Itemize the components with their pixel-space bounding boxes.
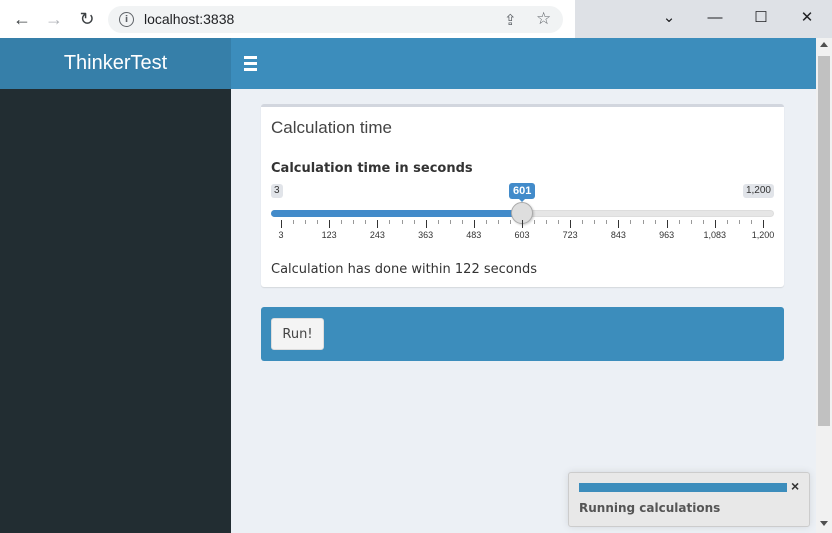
slider-tick-label: 3 xyxy=(278,230,284,240)
back-arrow-icon[interactable]: ← xyxy=(12,9,32,29)
slider-minor-tick xyxy=(594,220,596,224)
url-text[interactable]: localhost:3838 xyxy=(144,11,234,27)
slider-value-label: 601 xyxy=(509,183,536,202)
slider-tick xyxy=(522,220,523,228)
slider-minor-tick xyxy=(365,220,367,224)
slider-minor-tick xyxy=(582,220,584,224)
slider-minor-tick xyxy=(558,220,560,224)
star-icon[interactable]: ☆ xyxy=(536,9,551,29)
slider-tick xyxy=(281,220,282,228)
address-bar[interactable]: i localhost:3838 ⇪ ☆ xyxy=(108,6,563,33)
slider-minor-tick xyxy=(726,220,728,224)
slider-tick xyxy=(473,220,475,228)
close-window-icon[interactable]: ✕ xyxy=(795,6,819,28)
slider-tick xyxy=(618,220,620,228)
slider-tick xyxy=(425,220,427,228)
notification: × Running calculations xyxy=(568,472,810,527)
slider-minor-tick xyxy=(738,220,740,224)
slider-tick-label: 603 xyxy=(514,230,530,240)
slider-min-label: 3 xyxy=(271,184,283,198)
slider-minor-tick xyxy=(485,220,487,224)
browser-chrome: ← → ↻ i localhost:3838 ⇪ ☆ ⌄ — ☐ ✕ xyxy=(0,0,832,38)
top-navbar xyxy=(231,38,816,89)
slider-minor-tick xyxy=(317,220,319,224)
info-icon[interactable]: i xyxy=(119,12,134,27)
slider-minor-tick xyxy=(449,220,451,224)
close-icon[interactable]: × xyxy=(791,478,799,494)
slider-minor-tick xyxy=(654,220,656,224)
slider-tick-label: 843 xyxy=(610,230,626,240)
app-logo[interactable]: ThinkerTest xyxy=(0,38,231,89)
slider-minor-tick xyxy=(690,220,692,224)
sidebar xyxy=(0,89,231,533)
notification-message: Running calculations xyxy=(579,501,721,515)
slider-minor-tick xyxy=(678,220,680,224)
calculation-time-box: Calculation time Calculation time in sec… xyxy=(261,104,784,287)
slider-minor-tick xyxy=(546,220,548,224)
slider-minor-tick xyxy=(534,220,536,224)
slider-tick-label: 123 xyxy=(321,230,337,240)
share-icon[interactable]: ⇪ xyxy=(504,11,517,29)
slider-tick-label: 723 xyxy=(562,230,578,240)
slider-tick xyxy=(329,220,331,228)
scroll-up-icon[interactable] xyxy=(820,42,828,47)
slider-minor-tick xyxy=(606,220,608,224)
chevron-down-icon[interactable]: ⌄ xyxy=(657,6,681,28)
slider-minor-tick xyxy=(293,220,295,224)
box-title: Calculation time xyxy=(271,118,392,137)
scroll-down-icon[interactable] xyxy=(820,521,828,526)
slider-minor-tick xyxy=(437,220,439,224)
slider-minor-tick xyxy=(305,220,307,224)
slider-max-label: 1,200 xyxy=(742,184,774,198)
slider-minor-tick xyxy=(509,220,511,224)
slider-tick-label: 1,083 xyxy=(703,230,727,240)
slider-fill xyxy=(271,210,522,217)
slider-tick-label: 963 xyxy=(659,230,675,240)
slider-tick xyxy=(763,220,764,228)
slider-tick xyxy=(570,220,572,228)
slider-minor-tick xyxy=(642,220,644,224)
slider-label: Calculation time in seconds xyxy=(271,161,473,176)
slider-minor-tick xyxy=(702,220,704,224)
slider-minor-tick xyxy=(413,220,415,224)
slider-tick xyxy=(714,220,716,228)
slider-minor-tick xyxy=(497,220,499,224)
slider-tick-label: 363 xyxy=(418,230,434,240)
slider-minor-tick xyxy=(401,220,403,224)
slider-minor-tick xyxy=(353,220,355,224)
scrollbar-thumb[interactable] xyxy=(818,56,830,426)
slider-tick-label: 243 xyxy=(369,230,385,240)
slider-minor-tick xyxy=(461,220,463,224)
hamburger-menu-icon[interactable] xyxy=(244,53,260,73)
minimize-icon[interactable]: — xyxy=(703,6,727,28)
slider-minor-tick xyxy=(750,220,752,224)
slider-minor-tick xyxy=(389,220,391,224)
reload-icon[interactable]: ↻ xyxy=(77,9,97,29)
run-box: Run! xyxy=(261,307,784,361)
slider-tick xyxy=(377,220,379,228)
maximize-icon[interactable]: ☐ xyxy=(749,6,773,28)
slider-minor-tick xyxy=(341,220,343,224)
run-button[interactable]: Run! xyxy=(271,318,324,350)
slider-tick-label: 1,200 xyxy=(751,230,775,240)
forward-arrow-icon[interactable]: → xyxy=(44,9,64,29)
progress-bar xyxy=(579,483,787,492)
calculation-result: Calculation has done within 122 seconds xyxy=(271,262,537,277)
app-container: ThinkerTest Calculation time Calculation… xyxy=(0,38,832,533)
slider-tick-label: 483 xyxy=(466,230,482,240)
slider-minor-tick xyxy=(630,220,632,224)
slider-tick xyxy=(666,220,668,228)
scrollbar[interactable] xyxy=(816,38,832,533)
